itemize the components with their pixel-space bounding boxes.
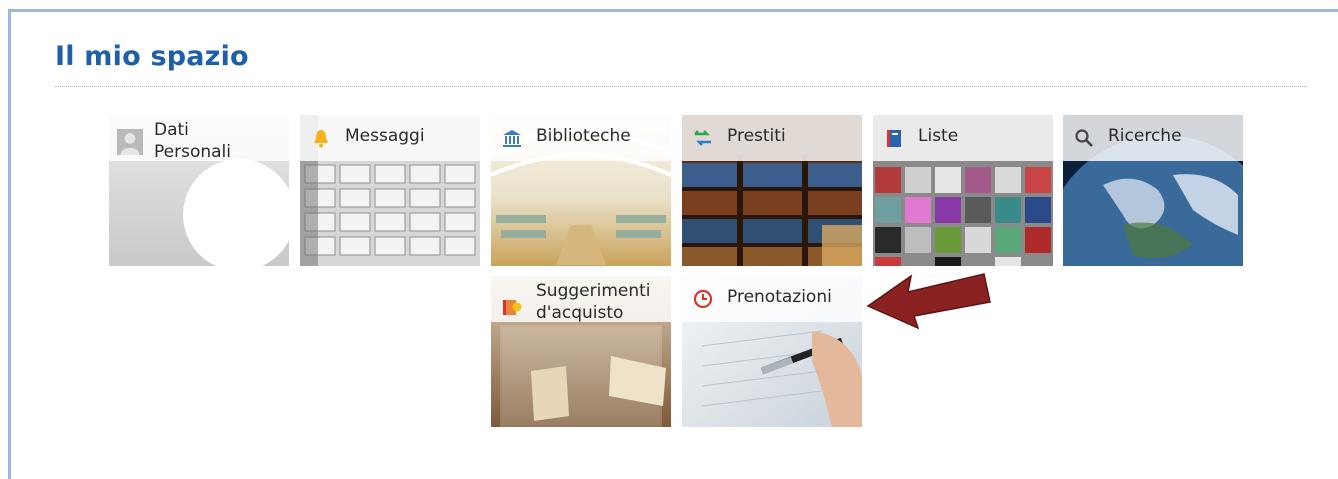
tile-label: Prenotazioni <box>727 287 832 307</box>
title-divider <box>55 86 1307 87</box>
exchange-icon <box>694 130 711 146</box>
user-icon <box>117 129 143 155</box>
tile-label: Dati Personali <box>154 120 231 162</box>
tile-suggerimenti-acquisto[interactable]: Suggerimenti d'acquisto <box>491 276 671 427</box>
tile-label: Suggerimenti d'acquisto <box>536 281 651 323</box>
tile-label: Liste <box>918 126 959 146</box>
arrow-indicator-icon <box>866 273 991 330</box>
search-icon <box>1075 129 1093 147</box>
tile-prenotazioni[interactable]: Prenotazioni <box>682 276 862 427</box>
tile-biblioteche[interactable]: Biblioteche <box>491 115 671 266</box>
tile-label: Messaggi <box>345 126 425 146</box>
tile-prestiti[interactable]: Prestiti <box>682 115 862 266</box>
tile-label: Prestiti <box>727 126 786 146</box>
suggestion-icon <box>503 300 522 315</box>
tile-label: Ricerche <box>1108 126 1182 146</box>
tile-label: Biblioteche <box>536 126 631 146</box>
page-title: Il mio spazio <box>55 41 249 72</box>
tile-liste[interactable]: Liste <box>873 115 1053 266</box>
tile-messaggi[interactable]: Messaggi <box>300 115 480 266</box>
tile-ricerche[interactable]: Ricerche <box>1063 115 1243 266</box>
tile-dati-personali[interactable]: Dati Personali <box>109 115 289 266</box>
list-icon <box>887 130 901 147</box>
library-icon <box>503 130 521 147</box>
clock-icon <box>693 289 713 309</box>
bell-icon <box>314 130 328 148</box>
